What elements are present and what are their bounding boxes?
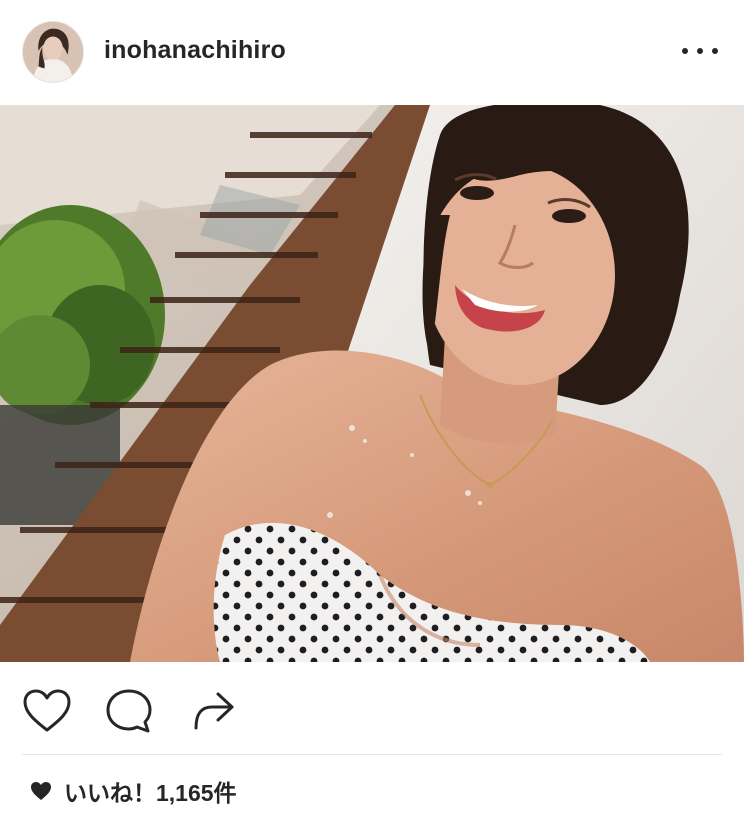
share-arrow-icon [194,692,234,730]
like-button[interactable] [22,688,72,734]
likes-text: いいね！1,165件 [64,780,237,806]
post-photo-image [0,105,744,662]
instagram-post: inohanachihiro いいね！1,165件 [0,0,744,819]
avatar-image [23,22,83,82]
action-bar [0,662,744,754]
comment-bubble-icon [106,689,152,733]
heart-filled-icon [31,782,51,800]
more-dots-icon [712,48,718,54]
avatar[interactable] [22,21,84,83]
divider [22,754,722,755]
username[interactable]: inohanachihiro [104,36,286,65]
more-options-button[interactable] [682,38,718,64]
likes-count[interactable]: いいね！1,165件 [30,774,237,808]
heart-outline-icon [23,689,71,732]
comment-button[interactable] [104,688,154,734]
more-dots-icon [682,48,688,54]
more-dots-icon [697,48,703,54]
post-photo[interactable] [0,105,744,662]
post-header: inohanachihiro [0,0,744,105]
share-button[interactable] [188,688,238,734]
